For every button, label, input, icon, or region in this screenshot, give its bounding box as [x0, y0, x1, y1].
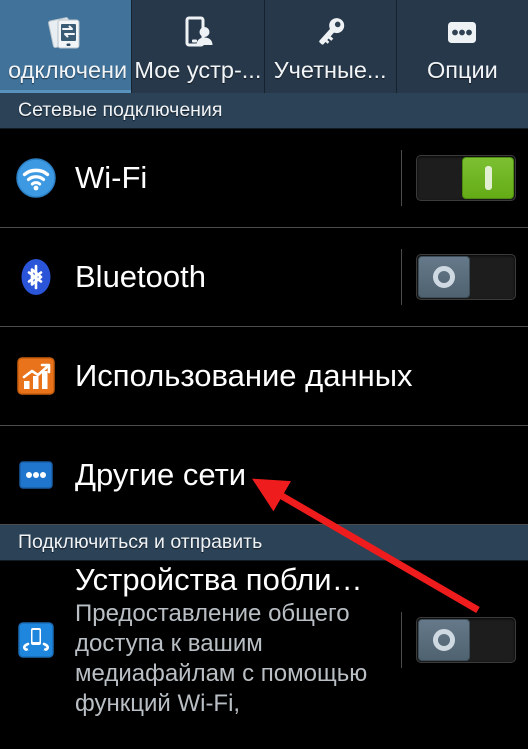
more-options-icon: [443, 13, 481, 53]
list-item-wifi[interactable]: Wi-Fi: [0, 129, 528, 228]
tab-my-device[interactable]: Мое устр-...: [132, 0, 265, 93]
list-item-nearby-devices-text: Устройства побли… Предоставление общего …: [75, 561, 401, 719]
data-usage-icon: [14, 354, 58, 398]
list-item-data-usage-text: Использование данных: [75, 357, 528, 395]
wifi-toggle[interactable]: [416, 155, 516, 201]
section-header-connect-and-send: Подключиться и отправить: [0, 525, 528, 561]
list-item-data-usage-title: Использование данных: [75, 358, 413, 393]
toggle-on-glyph: [484, 166, 492, 190]
bluetooth-toggle[interactable]: [416, 254, 516, 300]
tab-bar: одключени Мое устр-... Учетные... Опции: [0, 0, 528, 93]
list-item-bluetooth[interactable]: Bluetooth: [0, 228, 528, 327]
wifi-icon: [14, 156, 58, 200]
my-device-icon: [179, 13, 217, 53]
tab-label-accounts: Учетные...: [273, 57, 387, 83]
toggle-off-glyph: [433, 266, 455, 288]
wifi-toggle-knob: [462, 157, 514, 199]
list-item-nearby-devices-subtitle: Предоставление общего доступа к вашим ме…: [75, 600, 368, 717]
vertical-divider: [401, 150, 402, 206]
nearby-devices-toggle-area: [401, 612, 528, 668]
tab-options[interactable]: Опции: [397, 0, 528, 93]
wifi-toggle-area: [401, 150, 528, 206]
list-item-wifi-text: Wi-Fi: [75, 159, 401, 197]
tab-label-options: Опции: [427, 57, 498, 83]
list-item-bluetooth-title: Bluetooth: [75, 259, 206, 294]
accounts-key-icon: [311, 13, 349, 53]
tab-label-connections: одключени: [8, 57, 128, 83]
section-header-connect-and-send-label: Подключиться и отправить: [18, 531, 263, 553]
nearby-devices-toggle-knob: [418, 619, 470, 661]
bluetooth-toggle-area: [401, 249, 528, 305]
bluetooth-icon: [14, 255, 58, 299]
list-item-wifi-title: Wi-Fi: [75, 160, 148, 195]
other-networks-icon: [14, 453, 58, 497]
section-header-network-label: Сетевые подключения: [18, 99, 223, 121]
tab-accounts[interactable]: Учетные...: [265, 0, 397, 93]
nearby-devices-icon: [14, 618, 58, 662]
bluetooth-toggle-knob: [418, 256, 470, 298]
list-item-other-networks-text: Другие сети: [75, 456, 528, 494]
tab-connections[interactable]: одключени: [0, 0, 133, 93]
connections-icon: [47, 13, 85, 53]
list-item-data-usage[interactable]: Использование данных: [0, 327, 528, 426]
list-item-nearby-devices[interactable]: Устройства побли… Предоставление общего …: [0, 561, 528, 719]
tab-label-my-device: Мое устр-...: [134, 57, 262, 83]
vertical-divider: [401, 612, 402, 668]
toggle-off-glyph: [433, 629, 455, 651]
list-item-nearby-devices-title: Устройства побли…: [75, 562, 363, 597]
list-item-other-networks[interactable]: Другие сети: [0, 426, 528, 525]
vertical-divider: [401, 249, 402, 305]
list-item-other-networks-title: Другие сети: [75, 457, 247, 492]
section-header-network: Сетевые подключения: [0, 93, 528, 129]
list-item-bluetooth-text: Bluetooth: [75, 258, 401, 296]
nearby-devices-toggle[interactable]: [416, 617, 516, 663]
